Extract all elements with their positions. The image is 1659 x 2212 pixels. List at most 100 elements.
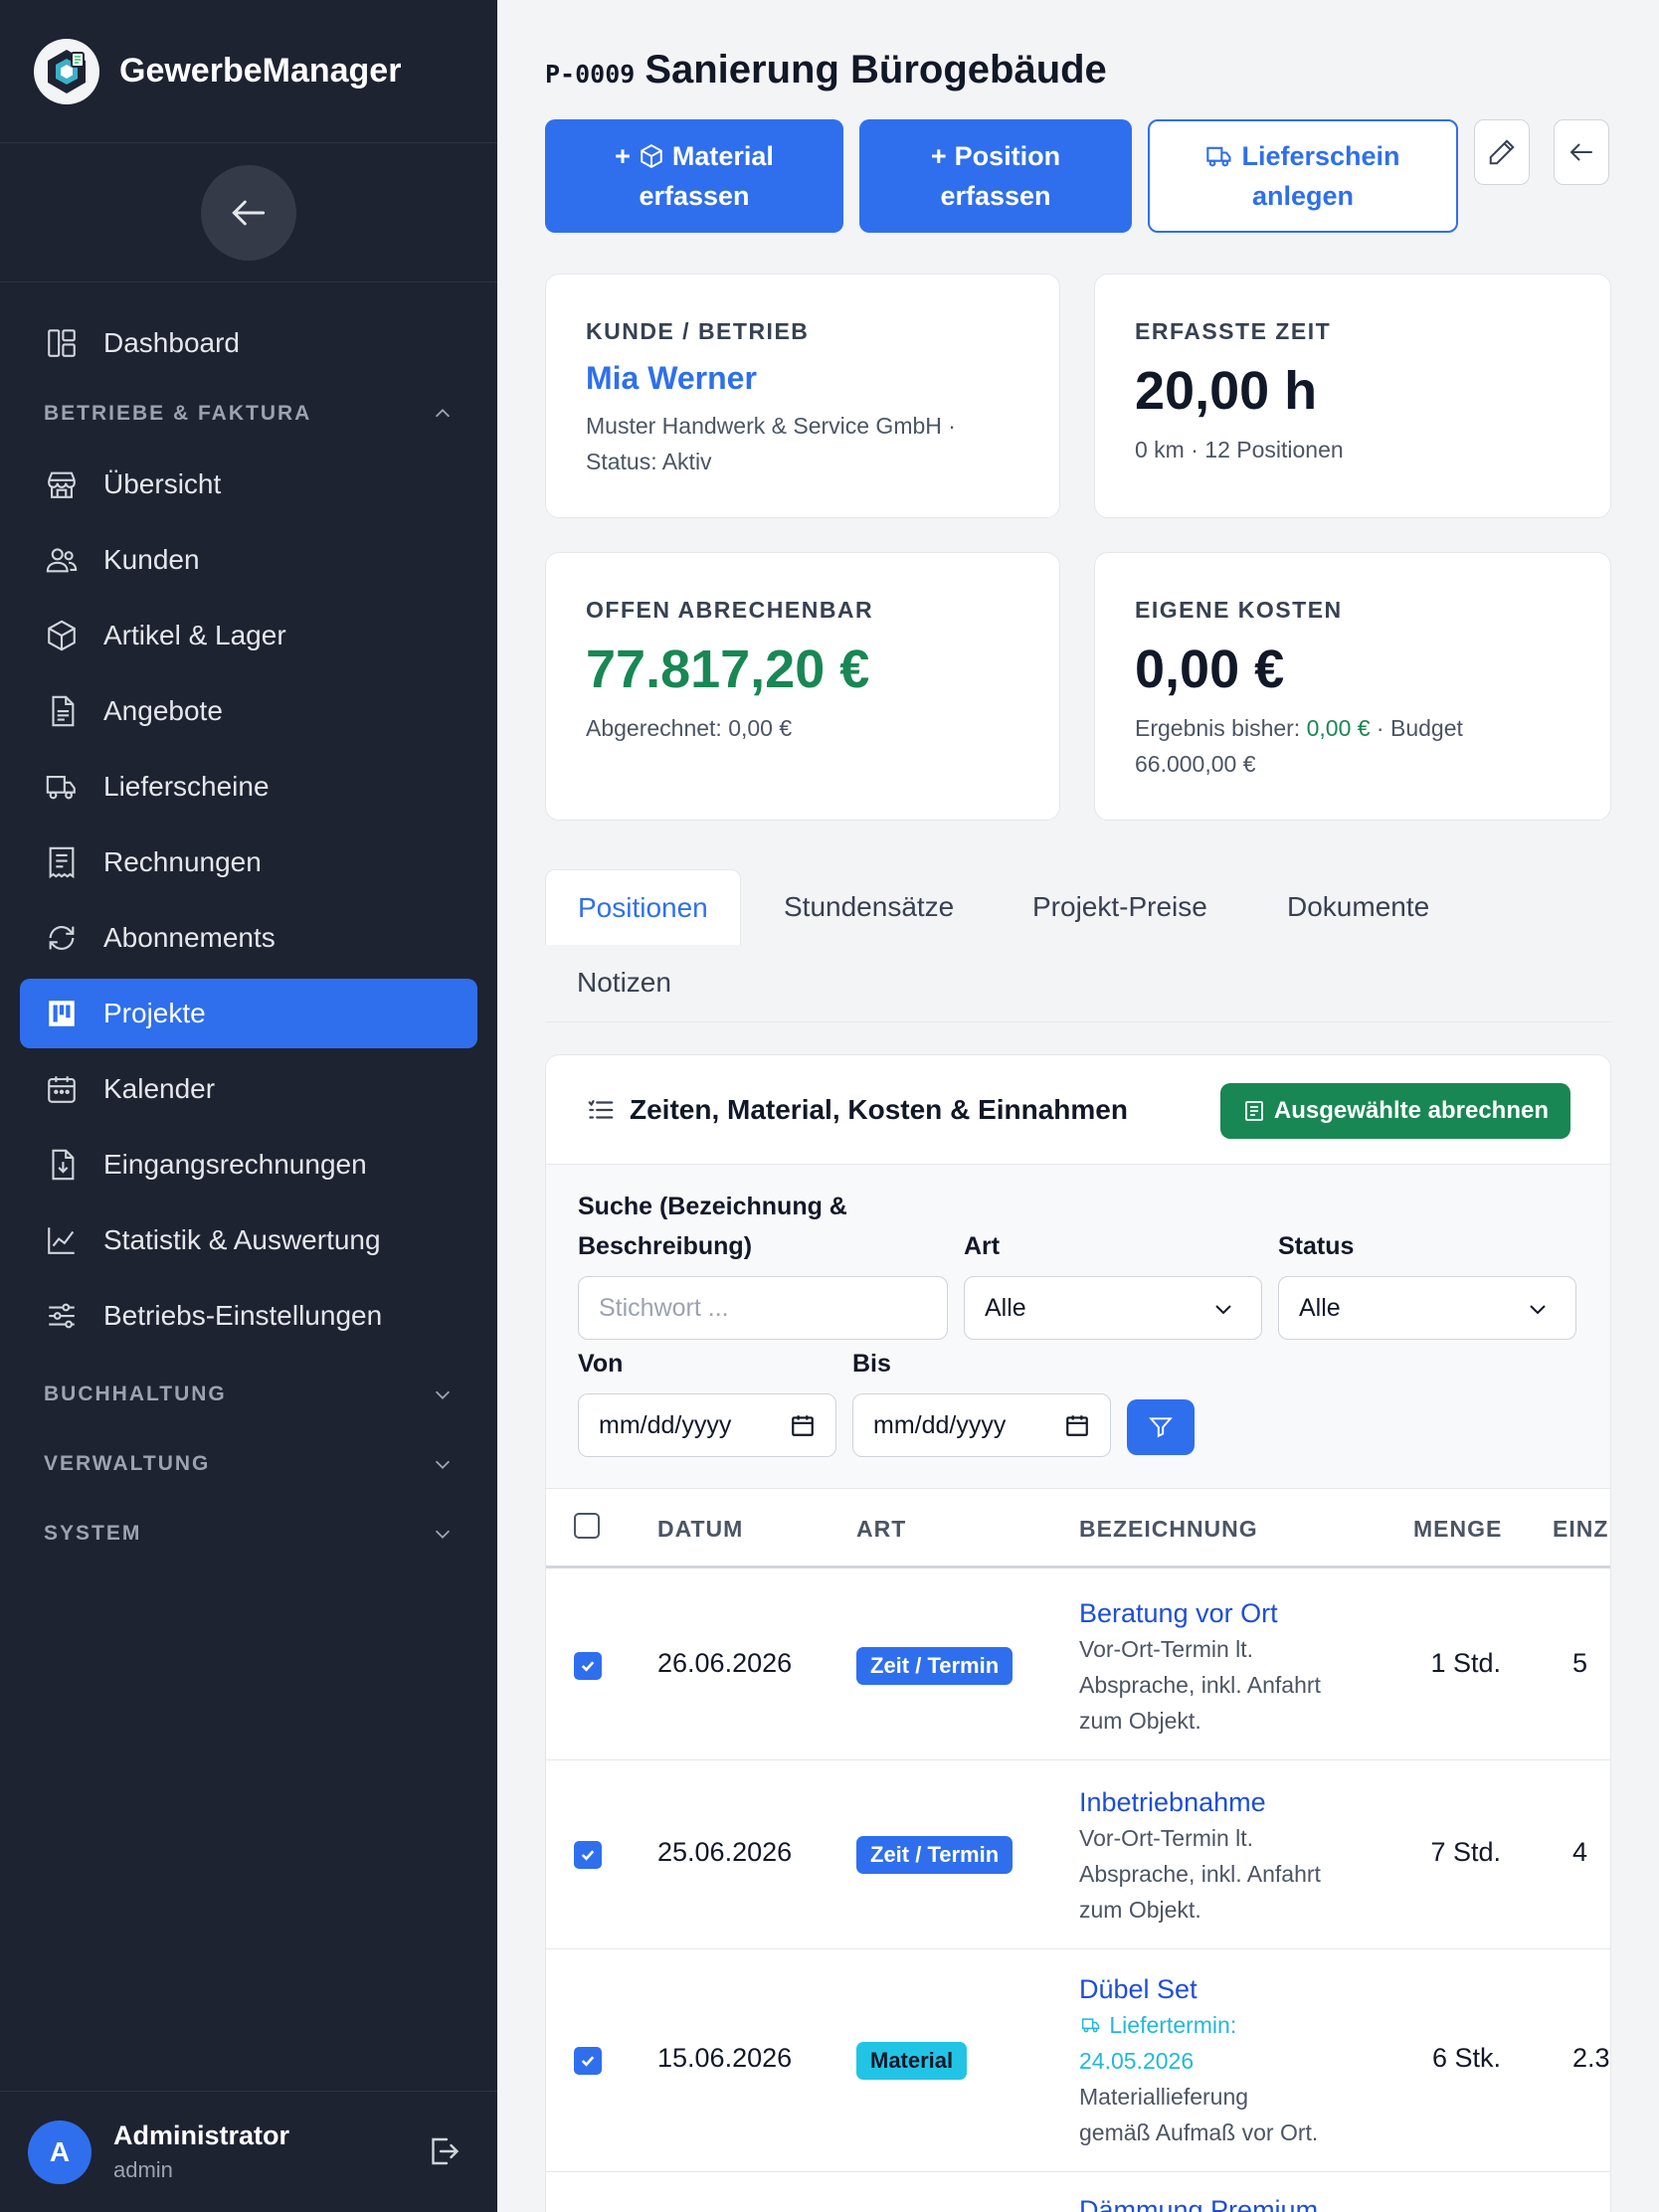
sidebar-section-label: VERWALTUNG	[44, 1452, 211, 1475]
sidebar-item-label: Lieferscheine	[103, 771, 270, 802]
delivery-label: Liefertermin:	[1109, 2012, 1237, 2038]
plus-icon: +	[930, 141, 947, 171]
sidebar-item-eingangsrechnungen[interactable]: Eingangsrechnungen	[20, 1130, 477, 1199]
date-to-input[interactable]: mm/dd/yyyy	[852, 1393, 1111, 1457]
sidebar-item-label: Angebote	[103, 695, 223, 726]
sidebar-item-abonnements[interactable]: Abonnements	[20, 903, 477, 973]
button-label: erfassen	[940, 181, 1051, 211]
type-badge: Material	[856, 2042, 968, 2080]
tab-notizen[interactable]: Notizen	[577, 945, 671, 1020]
brand[interactable]: GewerbeManager	[0, 0, 497, 143]
add-material-button[interactable]: + Material erfassen	[545, 119, 843, 233]
row-title[interactable]: Beratung vor Ort	[1079, 1595, 1368, 1631]
project-code: P-0009	[545, 60, 636, 89]
sidebar-section-betriebe[interactable]: BETRIEBE & FAKTURA	[20, 388, 477, 440]
row-title[interactable]: Inbetriebnahme	[1079, 1784, 1368, 1820]
panel-header: Zeiten, Material, Kosten & Einnahmen Aus…	[546, 1055, 1610, 1165]
sidebar-item-label: Artikel & Lager	[103, 620, 286, 650]
card-label: KUNDE / BETRIEB	[586, 318, 810, 344]
check-icon	[581, 1850, 595, 1861]
positions-panel: Zeiten, Material, Kosten & Einnahmen Aus…	[545, 1054, 1611, 2212]
row-checkbox[interactable]	[574, 1841, 602, 1869]
row-title[interactable]: Dämmung Premium	[1079, 2192, 1368, 2212]
row-description: Dämmung Premium	[1079, 2192, 1368, 2212]
button-label: Position	[954, 141, 1061, 171]
list-icon	[588, 1099, 614, 1119]
row-description: Beratung vor Ort Vor-Ort-Termin lt. Absp…	[1079, 1595, 1368, 1739]
sidebar-item-uebersicht[interactable]: Übersicht	[20, 450, 477, 519]
result-label: Ergebnis bisher:	[1135, 715, 1307, 741]
sidebar-item-rechnungen[interactable]: Rechnungen	[20, 828, 477, 897]
select-all-checkbox[interactable]	[574, 1513, 600, 1539]
column-header-art[interactable]: ART	[856, 1489, 906, 1568]
tab-positionen[interactable]: Positionen	[545, 869, 741, 945]
sidebar-item-lieferscheine[interactable]: Lieferscheine	[20, 752, 477, 822]
table-row[interactable]: 15.06.2026 Material Dübel Set Lieferterm…	[546, 1949, 1610, 2172]
table-row[interactable]: 25.06.2026 Zeit / Termin Inbetriebnahme …	[546, 1760, 1610, 1949]
sidebar-item-projekte[interactable]: Projekte	[20, 979, 477, 1048]
table-row[interactable]: 26.06.2026 Zeit / Termin Beratung vor Or…	[546, 1571, 1610, 1760]
user-box: A Administrator admin	[0, 2091, 497, 2212]
sidebar-nav: Dashboard BETRIEBE & FAKTURA Übersicht K…	[0, 282, 497, 1560]
sidebar-item-statistik[interactable]: Statistik & Auswertung	[20, 1205, 477, 1275]
sidebar-section-label: BETRIEBE & FAKTURA	[44, 402, 312, 425]
chevron-down-icon	[435, 1390, 451, 1399]
row-desc-line: Materiallieferung	[1079, 2084, 1249, 2110]
calendar-icon[interactable]	[790, 1412, 816, 1438]
column-header-bezeichnung[interactable]: BEZEICHNUNG	[1079, 1489, 1258, 1568]
sidebar-item-einstellungen[interactable]: Betriebs-Einstellungen	[20, 1281, 477, 1351]
sidebar-item-angebote[interactable]: Angebote	[20, 676, 477, 746]
sidebar-item-kalender[interactable]: Kalender	[20, 1054, 477, 1124]
column-header-menge[interactable]: MENGE	[1413, 1489, 1502, 1568]
sidebar-section-system[interactable]: SYSTEM	[20, 1508, 477, 1560]
edit-button[interactable]	[1474, 119, 1530, 185]
sliders-icon	[44, 1298, 80, 1334]
status-select[interactable]: Alle	[1278, 1276, 1576, 1340]
column-header-datum[interactable]: DATUM	[657, 1489, 743, 1568]
back-button[interactable]	[1554, 119, 1609, 185]
sidebar-item-label: Übersicht	[103, 468, 222, 499]
sidebar-section-verwaltung[interactable]: VERWALTUNG	[20, 1438, 477, 1490]
apply-filter-button[interactable]	[1127, 1399, 1195, 1455]
dashboard-icon	[44, 325, 80, 361]
table-row[interactable]: Dämmung Premium	[546, 2172, 1610, 2212]
users-icon	[44, 542, 80, 578]
tab-dokumente[interactable]: Dokumente	[1287, 869, 1429, 945]
art-select[interactable]: Alle	[964, 1276, 1262, 1340]
collapse-sidebar-button[interactable]	[201, 164, 296, 261]
tab-projekt-preise[interactable]: Projekt-Preise	[1032, 869, 1207, 945]
row-checkbox[interactable]	[574, 1652, 602, 1680]
column-header-einzelpreis[interactable]: EINZ	[1553, 1489, 1608, 1568]
create-delivery-note-button[interactable]: Lieferschein anlegen	[1148, 119, 1458, 233]
card-sub: Ergebnis bisher: 0,00 € · Budget 66.000,…	[1135, 710, 1580, 782]
chart-icon	[44, 1222, 80, 1258]
user-name: Administrator	[113, 2120, 290, 2150]
sidebar-item-label: Betriebs-Einstellungen	[103, 1300, 383, 1331]
row-checkbox[interactable]	[574, 2047, 602, 2075]
logout-button[interactable]	[426, 2133, 461, 2174]
button-label: Material	[671, 141, 774, 171]
search-input[interactable]: Stichwort ...	[578, 1276, 948, 1340]
search-label-line: Beschreibung)	[578, 1232, 753, 1260]
row-date: 25.06.2026	[657, 1837, 793, 1867]
tab-stundensaetze[interactable]: Stundensätze	[784, 869, 954, 945]
row-unit-price: 4	[1572, 1837, 1588, 1867]
customer-link[interactable]: Mia Werner	[586, 360, 757, 397]
row-date: 26.06.2026	[657, 1648, 793, 1678]
bis-label: Bis	[852, 1350, 891, 1378]
row-title[interactable]: Dübel Set	[1079, 1971, 1368, 2007]
store-icon	[44, 466, 80, 502]
sidebar-section-buchhaltung[interactable]: BUCHHALTUNG	[20, 1369, 477, 1420]
brand-logo-icon	[34, 38, 99, 104]
sidebar-item-artikel[interactable]: Artikel & Lager	[20, 601, 477, 670]
sidebar-item-dashboard[interactable]: Dashboard	[20, 308, 477, 378]
sidebar-item-label: Statistik & Auswertung	[103, 1224, 381, 1255]
sidebar-item-kunden[interactable]: Kunden	[20, 525, 477, 595]
avatar[interactable]: A	[28, 2120, 92, 2184]
box-icon	[44, 618, 80, 653]
add-position-button[interactable]: + Position erfassen	[859, 119, 1132, 233]
project-title: Sanierung Bürogebäude	[645, 48, 1107, 92]
date-from-input[interactable]: mm/dd/yyyy	[578, 1393, 836, 1457]
bill-selected-button[interactable]: Ausgewählte abrechnen	[1219, 1083, 1570, 1139]
calendar-icon[interactable]	[1064, 1412, 1090, 1438]
